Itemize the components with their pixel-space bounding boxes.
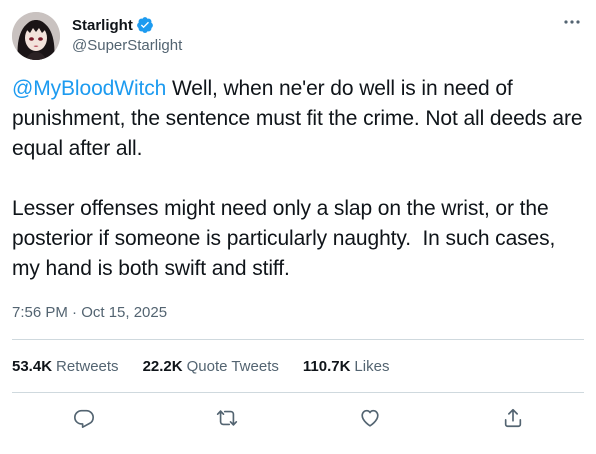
tweet-header: Starlight @SuperStarlight xyxy=(12,12,584,60)
display-name-row: Starlight xyxy=(72,14,182,36)
action-bar xyxy=(12,393,584,442)
tweet-text: @MyBloodWitch Well, when ne'er do well i… xyxy=(12,74,584,284)
retweet-icon xyxy=(216,409,237,426)
like-button[interactable] xyxy=(351,399,389,437)
likes-stat[interactable]: 110.7K Likes xyxy=(303,358,390,375)
avatar[interactable] xyxy=(12,12,60,60)
tweet: Starlight @SuperStarlight @MyBloodWitch … xyxy=(12,12,584,442)
handle[interactable]: @SuperStarlight xyxy=(72,37,182,54)
tweet-body: Well, when ne'er do well is in need of p… xyxy=(12,77,583,280)
reply-button[interactable] xyxy=(65,399,103,437)
quote-tweets-label: Quote Tweets xyxy=(186,357,279,375)
heart-icon xyxy=(360,409,379,427)
author-names: Starlight @SuperStarlight xyxy=(72,14,182,55)
retweets-count: 53.4K xyxy=(12,357,53,375)
likes-label: Likes xyxy=(354,357,390,375)
timestamp[interactable]: 7:56 PM · Oct 15, 2025 xyxy=(12,303,584,323)
avatar-image xyxy=(12,12,60,60)
retweets-stat[interactable]: 53.4K Retweets xyxy=(12,358,119,375)
engagement-stats: 53.4K Retweets 22.2K Quote Tweets 110.7K… xyxy=(12,340,584,392)
mention-link[interactable]: @MyBloodWitch xyxy=(12,77,166,100)
share-button[interactable] xyxy=(494,399,532,437)
likes-count: 110.7K xyxy=(302,357,351,375)
share-icon xyxy=(504,408,521,427)
more-options-icon[interactable] xyxy=(562,12,582,32)
retweets-label: Retweets xyxy=(56,357,119,375)
reply-icon xyxy=(73,409,94,428)
retweet-button[interactable] xyxy=(208,399,246,437)
quote-tweets-stat[interactable]: 22.2K Quote Tweets xyxy=(143,358,279,375)
quote-tweets-count: 22.2K xyxy=(142,357,183,375)
verified-badge-icon xyxy=(136,16,154,34)
display-name[interactable]: Starlight xyxy=(72,17,133,34)
